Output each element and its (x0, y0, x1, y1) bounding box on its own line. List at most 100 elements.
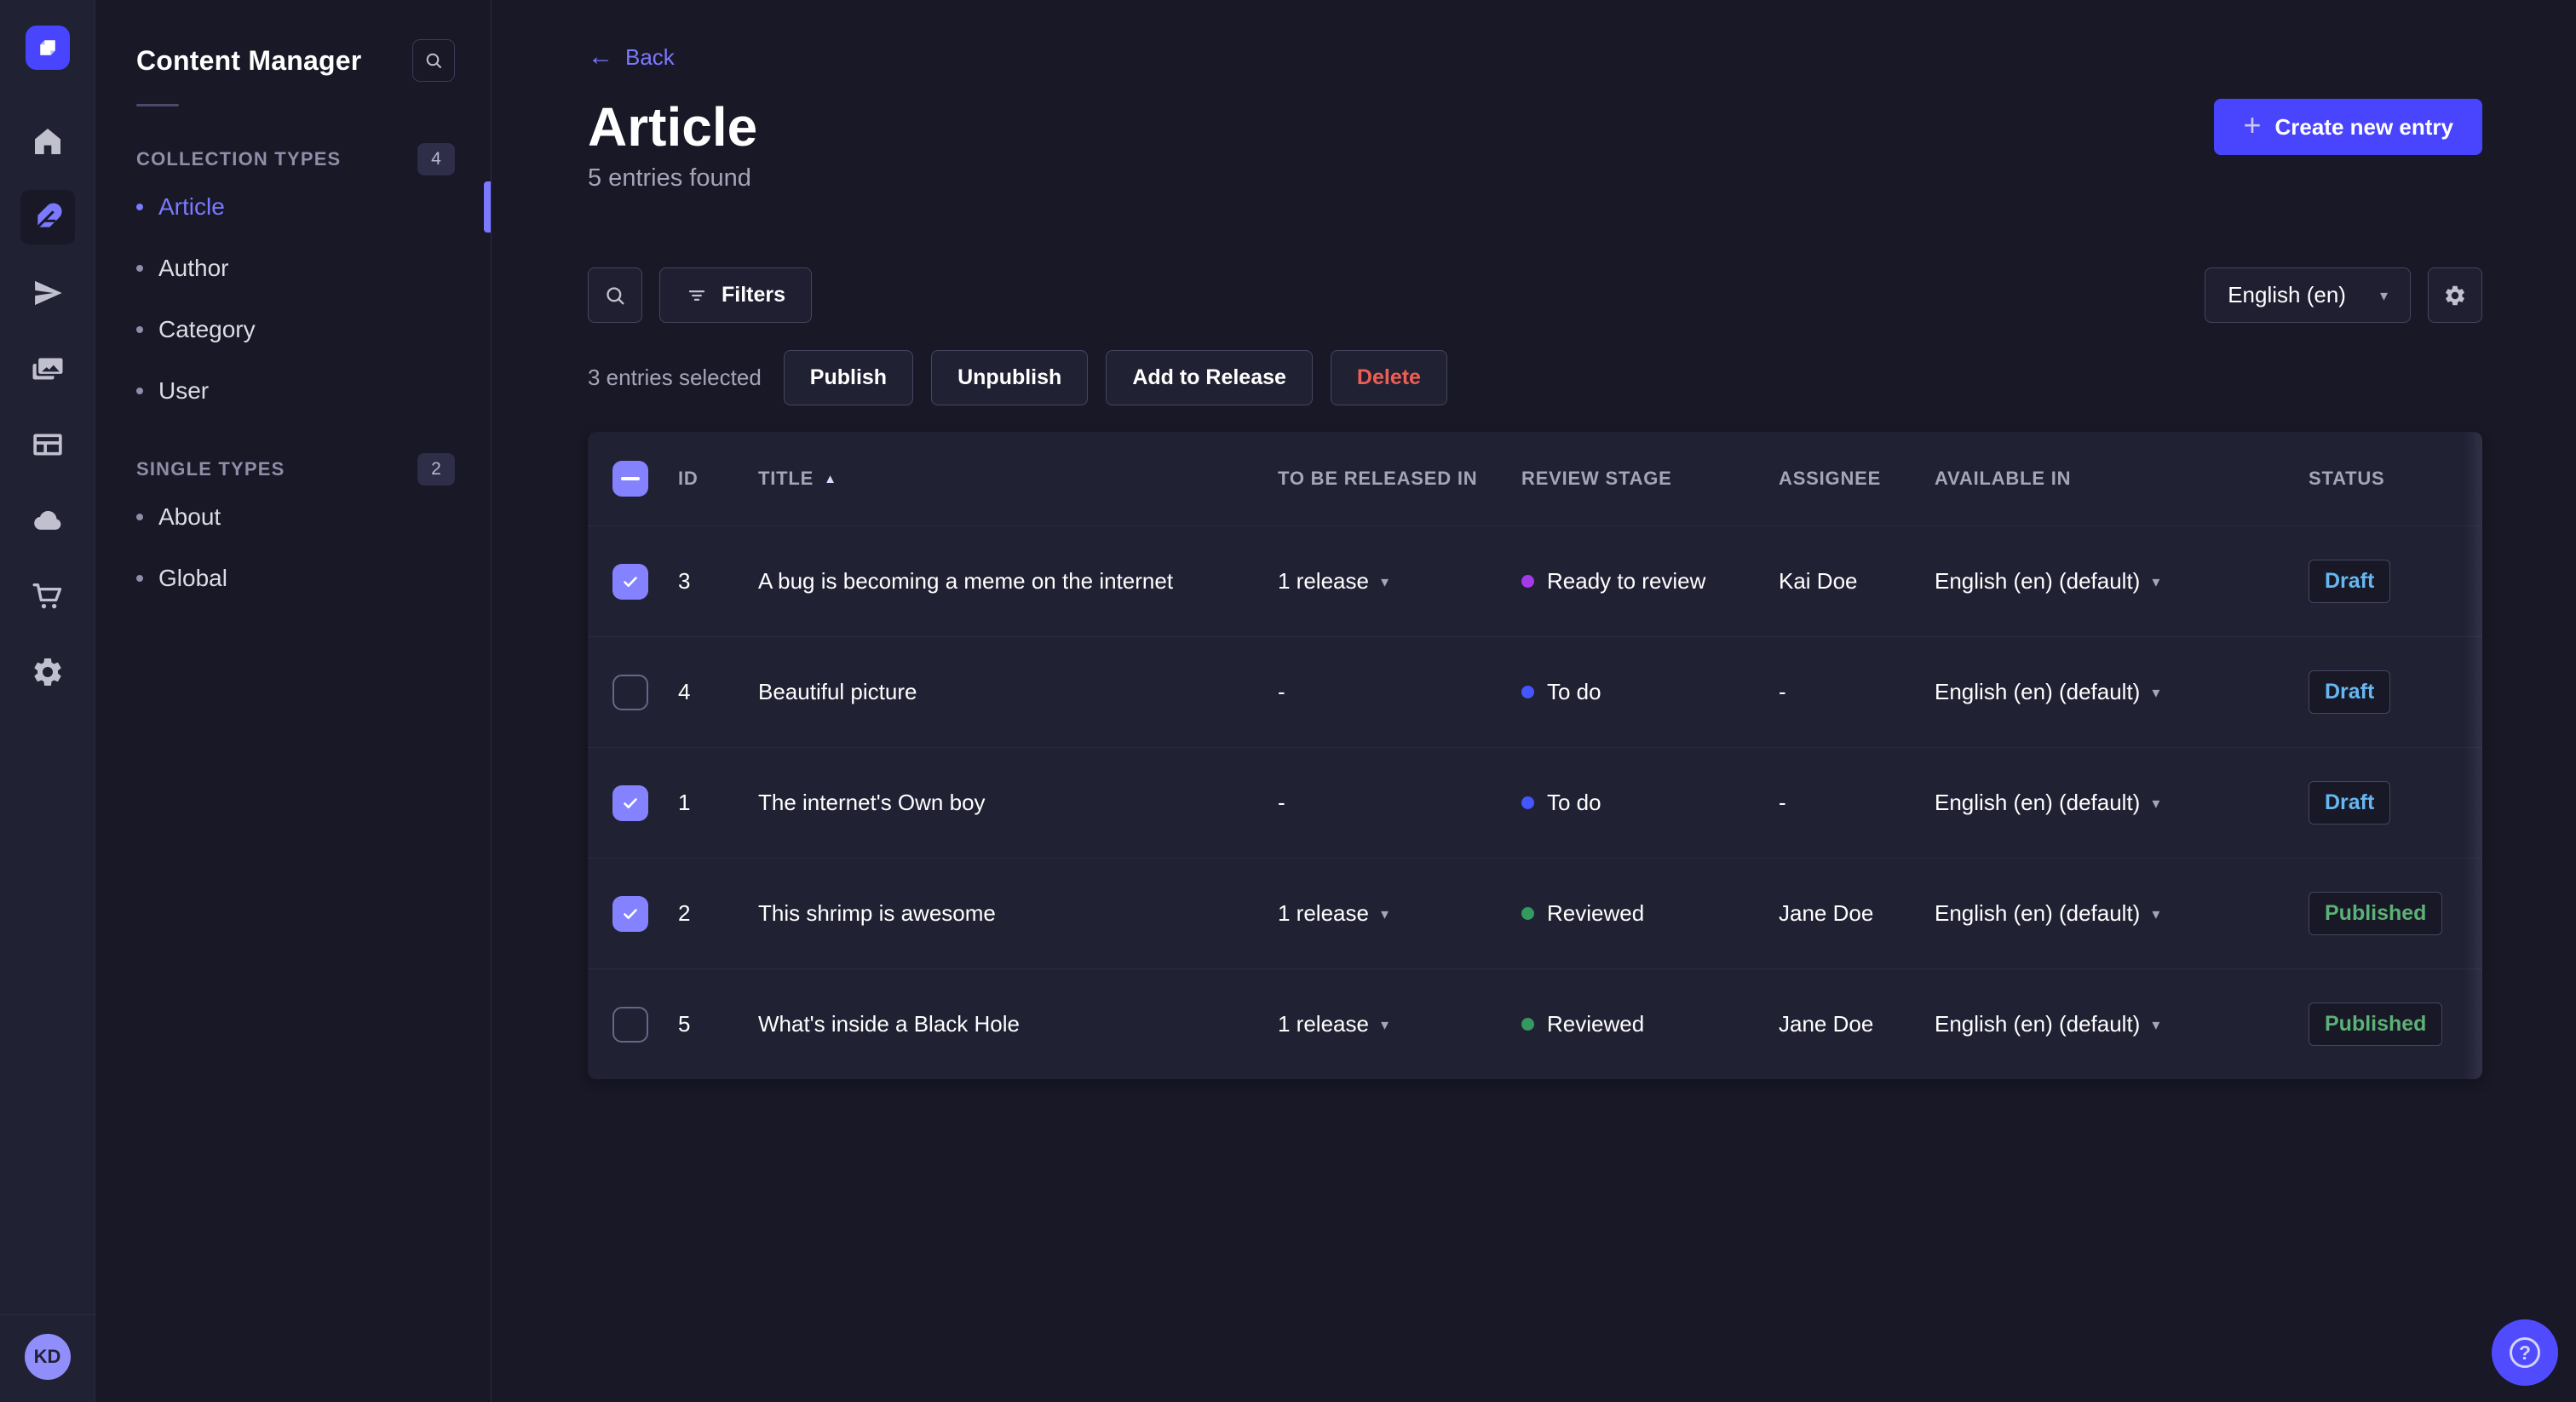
nav-deploy[interactable] (20, 493, 75, 548)
back-link[interactable]: ← Back (588, 43, 675, 72)
gear-icon (33, 658, 61, 686)
section-label: SINGLE TYPES (136, 458, 285, 480)
stage-dot (1521, 796, 1534, 809)
sidebar-item-about[interactable]: About (95, 486, 491, 548)
list-toolbar: Filters English (en) ▾ (588, 267, 2482, 323)
nav-media-library[interactable] (20, 342, 75, 396)
nav-settings[interactable] (20, 645, 75, 699)
stage-dot (1521, 907, 1534, 920)
strapi-logo[interactable] (25, 26, 70, 70)
row-status: Draft (2309, 670, 2482, 714)
filter-icon (688, 290, 705, 301)
help-button[interactable]: ? (2492, 1319, 2558, 1386)
status-badge: Published (2309, 1003, 2443, 1046)
add-to-release-button[interactable]: Add to Release (1106, 350, 1313, 405)
release-value: 1 release (1278, 1011, 1369, 1037)
app-root: KD Content Manager COLLECTION TYPES 4 Ar… (0, 0, 2576, 1402)
locale-value: English (en) (default) (1935, 568, 2141, 594)
user-avatar[interactable]: KD (24, 1334, 71, 1380)
stage-label: Ready to review (1547, 568, 1706, 594)
search-button[interactable] (588, 267, 642, 323)
col-status[interactable]: STATUS (2309, 468, 2482, 490)
table-row[interactable]: 1 The internet's Own boy - To do - Engli… (588, 747, 2482, 858)
row-checkbox[interactable] (612, 674, 648, 710)
section-single-types: SINGLE TYPES 2 About Global (95, 452, 491, 609)
list-settings-button[interactable] (2428, 267, 2482, 323)
row-review-stage: To do (1521, 679, 1779, 705)
row-release[interactable]: 1 release ▾ (1278, 1011, 1521, 1037)
locale-value: English (en) (default) (1935, 1011, 2141, 1037)
row-checkbox[interactable] (612, 895, 648, 932)
sidebar-item-label: Article (158, 193, 225, 220)
col-id[interactable]: ID (678, 468, 758, 490)
col-review-stage[interactable]: REVIEW STAGE (1521, 468, 1779, 490)
row-checkbox[interactable] (612, 563, 648, 600)
row-assignee: Jane Doe (1779, 1011, 1874, 1037)
table-row[interactable]: 3 A bug is becoming a meme on the intern… (588, 526, 2482, 636)
sidebar-item-category[interactable]: Category (95, 299, 491, 360)
stage-dot (1521, 575, 1534, 588)
row-checkbox[interactable] (612, 1006, 648, 1043)
nav-marketplace[interactable] (20, 569, 75, 623)
gear-icon (2446, 285, 2464, 305)
col-title[interactable]: TITLE ▲ (758, 468, 1278, 490)
subnav-title: Content Manager (136, 44, 362, 76)
row-release[interactable]: 1 release ▾ (1278, 568, 1521, 595)
col-to-be-released-in[interactable]: TO BE RELEASED IN (1278, 468, 1521, 490)
bullet-icon (136, 204, 143, 210)
sidebar-item-global[interactable]: Global (95, 548, 491, 609)
table-row[interactable]: 5 What's inside a Black Hole 1 release ▾ … (588, 968, 2482, 1079)
row-available-in[interactable]: English (en) (default) ▾ (1935, 900, 2309, 927)
nav-home[interactable] (20, 114, 75, 169)
delete-button[interactable]: Delete (1330, 350, 1447, 405)
stage-dot (1521, 1018, 1534, 1031)
row-available-in[interactable]: English (en) (default) ▾ (1935, 790, 2309, 816)
feather-icon (34, 203, 62, 231)
filters-button[interactable]: Filters (659, 267, 813, 323)
row-available-in[interactable]: English (en) (default) ▾ (1935, 568, 2309, 595)
chevron-down-icon: ▾ (2152, 905, 2160, 922)
section-collection-types: COLLECTION TYPES 4 Article Author Catego… (95, 142, 491, 422)
entries-table: ID TITLE ▲ TO BE RELEASED IN REVIEW STAG… (588, 432, 2482, 1079)
row-available-in[interactable]: English (en) (default) ▾ (1935, 1011, 2309, 1037)
create-new-entry-button[interactable]: + Create new entry (2214, 99, 2482, 155)
chevron-down-icon: ▾ (1380, 572, 1389, 590)
row-available-in[interactable]: English (en) (default) ▾ (1935, 679, 2309, 705)
subnav-search-button[interactable] (412, 39, 455, 82)
sidebar-item-label: User (158, 377, 210, 404)
row-assignee: - (1779, 790, 1786, 815)
sidebar-item-article[interactable]: Article (95, 176, 491, 238)
row-assignee: Kai Doe (1779, 568, 1858, 594)
sidebar-item-author[interactable]: Author (95, 238, 491, 299)
bullet-icon (136, 575, 143, 582)
nav-content-type-builder[interactable] (20, 417, 75, 472)
unpublish-button[interactable]: Unpublish (931, 350, 1089, 405)
chevron-down-icon: ▾ (2152, 794, 2160, 812)
section-count-badge: 2 (417, 453, 455, 486)
table-row[interactable]: 2 This shrimp is awesome 1 release ▾ Revi… (588, 858, 2482, 968)
col-available-in[interactable]: AVAILABLE IN (1935, 468, 2309, 490)
row-review-stage: Reviewed (1521, 900, 1779, 927)
chevron-down-icon: ▾ (2152, 683, 2160, 701)
row-title: Beautiful picture (758, 679, 917, 704)
paper-plane-icon (34, 280, 62, 306)
col-assignee[interactable]: ASSIGNEE (1779, 468, 1935, 490)
row-title: A bug is becoming a meme on the internet (758, 568, 1174, 594)
row-release: - (1278, 679, 1285, 704)
nav-content-manager[interactable] (20, 190, 75, 244)
table-row[interactable]: 4 Beautiful picture - To do - English (e… (588, 636, 2482, 747)
publish-button[interactable]: Publish (783, 350, 914, 405)
selection-count: 3 entries selected (588, 365, 762, 390)
select-all-checkbox[interactable] (612, 461, 648, 497)
sidebar-item-user[interactable]: User (95, 360, 491, 422)
bullet-icon (136, 326, 143, 333)
release-value: 1 release (1278, 900, 1369, 926)
chevron-down-icon: ▾ (2379, 286, 2388, 304)
sidebar-item-label: Category (158, 316, 256, 342)
nav-releases[interactable] (20, 266, 75, 320)
row-checkbox[interactable] (612, 784, 648, 821)
locale-select[interactable]: English (en) ▾ (2205, 267, 2411, 323)
row-release[interactable]: 1 release ▾ (1278, 900, 1521, 927)
row-id: 3 (678, 568, 691, 594)
row-id: 5 (678, 1011, 691, 1037)
